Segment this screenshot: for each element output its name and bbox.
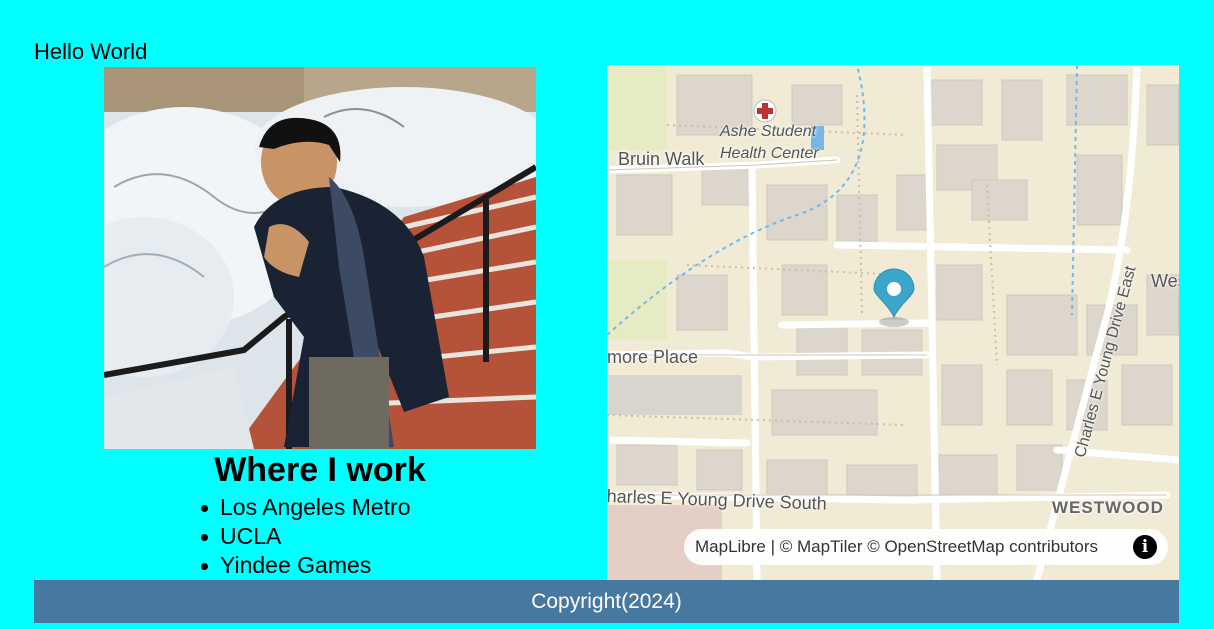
- map-label-west-edge: Wes: [1151, 271, 1179, 291]
- map-label-westwood: WESTWOOD: [1052, 498, 1164, 517]
- profile-photo: [104, 67, 536, 449]
- footer: Copyright(2024): [34, 580, 1179, 623]
- workplace-item: UCLA: [201, 522, 411, 551]
- copyright-text: Copyright(2024): [531, 590, 682, 613]
- workplace-item: Los Angeles Metro: [201, 494, 411, 520]
- attribution-text[interactable]: MapLibre | © MapTiler © OpenStreetMap co…: [695, 537, 1098, 557]
- map-label-more-place: more Place: [607, 347, 699, 367]
- workplace-item: Yindee Games: [201, 551, 411, 580]
- park-area: [607, 65, 667, 150]
- workplace-list: Los Angeles Metro UCLA Yindee Games: [201, 493, 411, 580]
- profile-photo-image: [104, 67, 536, 449]
- work-heading: Where I work: [214, 451, 426, 489]
- page: Hello World Where I work Los Angeles Met…: [0, 0, 1214, 629]
- map-label-health-center-1: Ashe Student: [720, 123, 817, 140]
- map-view[interactable]: Ashe Student Health Center Bruin Walk mo…: [607, 65, 1179, 580]
- map-label-bruin-walk: Bruin Walk: [618, 149, 705, 169]
- info-icon[interactable]: i: [1133, 535, 1157, 559]
- greeting-text: Hello World: [34, 39, 148, 64]
- map-attribution: MapLibre | © MapTiler © OpenStreetMap co…: [684, 529, 1168, 565]
- map-label-health-center-2: Health Center: [720, 145, 819, 162]
